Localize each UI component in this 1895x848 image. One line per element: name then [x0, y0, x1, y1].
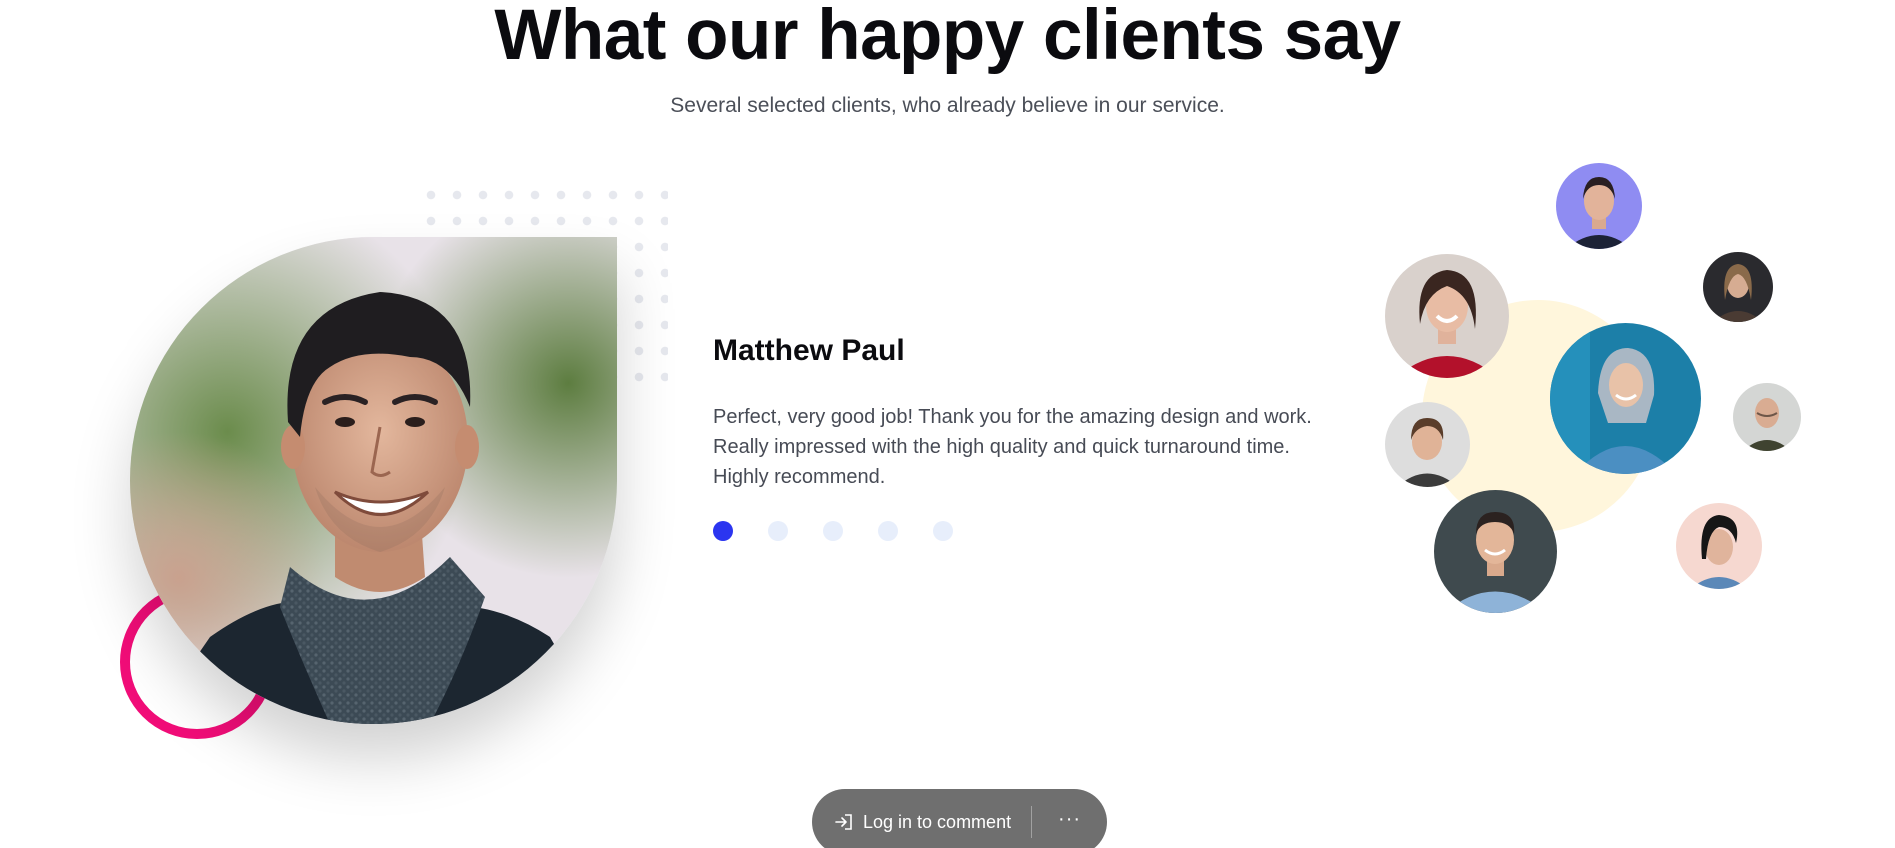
- pagination-dot-4[interactable]: [878, 521, 898, 541]
- pagination-dot-5[interactable]: [933, 521, 953, 541]
- smiling-man-photo: [130, 237, 617, 724]
- testimonials-section: What our happy clients say Several selec…: [0, 0, 1895, 848]
- avatar-woman-red-top[interactable]: [1385, 254, 1509, 378]
- avatar-man-blue-shirt[interactable]: [1434, 490, 1557, 613]
- sign-in-icon: [835, 814, 852, 830]
- avatar-man-bald[interactable]: [1733, 383, 1801, 451]
- login-to-comment-label: Log in to comment: [863, 811, 1012, 832]
- client-name: Matthew Paul: [713, 334, 905, 367]
- client-quote: Perfect, very good job! Thank you for th…: [713, 406, 1312, 488]
- section-title: What our happy clients say: [494, 0, 1401, 75]
- testimonial-pagination: [713, 521, 953, 541]
- avatar-woman-black-hair[interactable]: [1676, 503, 1762, 589]
- login-to-comment-button[interactable]: Log in to comment: [812, 789, 1031, 848]
- pagination-dot-2[interactable]: [768, 521, 788, 541]
- more-options-button[interactable]: ···: [1032, 808, 1107, 831]
- avatar-woman-purple-bg[interactable]: [1556, 163, 1642, 249]
- pagination-dot-3[interactable]: [823, 521, 843, 541]
- featured-client-photo: [130, 237, 617, 724]
- comment-bar: Log in to comment ···: [812, 789, 1107, 848]
- pagination-dot-1[interactable]: [713, 521, 733, 541]
- avatar-woman-dark-hair[interactable]: [1703, 252, 1773, 322]
- section-subtitle: Several selected clients, who already be…: [670, 94, 1225, 117]
- avatar-young-man[interactable]: [1385, 402, 1470, 487]
- avatar-woman-blue-hood[interactable]: [1550, 323, 1701, 474]
